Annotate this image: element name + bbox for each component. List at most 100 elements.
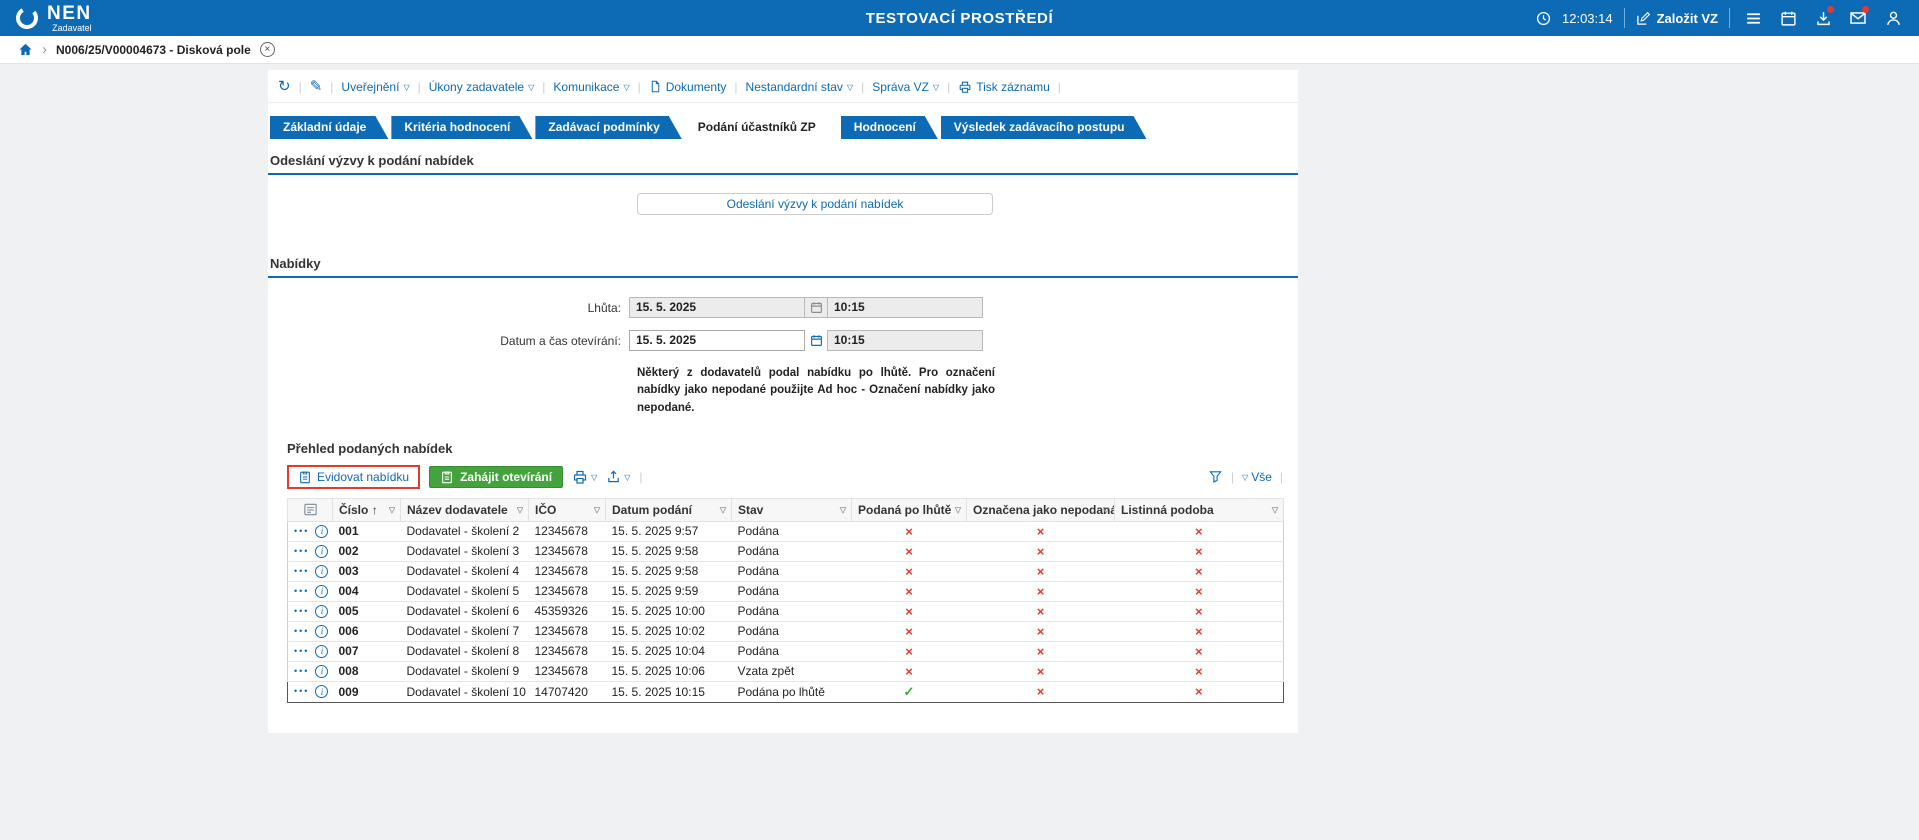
- menu-label: Uveřejnění: [341, 79, 400, 94]
- info-icon[interactable]: i: [315, 644, 329, 658]
- column-filter-icon[interactable]: ▽: [389, 505, 395, 514]
- register-bid-button[interactable]: Evidovat nabídku: [287, 464, 421, 489]
- table-row[interactable]: ••• i 007 Dodavatel - školení 8 12345678…: [287, 641, 1284, 662]
- menu-nestandardni-stav[interactable]: Nestandardní stav ▽: [746, 80, 854, 94]
- row-menu-icon[interactable]: •••: [294, 666, 309, 676]
- mark-late: ×: [905, 563, 913, 579]
- opening-date-input[interactable]: 15. 5. 2025: [629, 330, 805, 351]
- table-row[interactable]: ••• i 003 Dodavatel - školení 4 12345678…: [287, 561, 1284, 582]
- cell-submitted: 15. 5. 2025 10:00: [605, 601, 732, 622]
- table-row[interactable]: ••• i 001 Dodavatel - školení 2 12345678…: [287, 521, 1284, 542]
- info-icon[interactable]: i: [315, 544, 329, 558]
- download-icon[interactable]: [1811, 6, 1835, 30]
- calendar-icon[interactable]: [1776, 6, 1800, 30]
- info-icon[interactable]: i: [315, 685, 329, 699]
- separator: |: [542, 79, 546, 94]
- start-opening-button[interactable]: Zahájit otevírání: [429, 465, 564, 488]
- tab-zadavaci-podminky[interactable]: Zadávací podmínky: [535, 116, 681, 139]
- row-menu-icon[interactable]: •••: [294, 546, 309, 556]
- cell-submitted: 15. 5. 2025 9:58: [605, 541, 732, 562]
- notification-badge: [1862, 6, 1869, 13]
- row-menu-icon[interactable]: •••: [294, 586, 309, 596]
- table-row[interactable]: ••• i 005 Dodavatel - školení 6 45359326…: [287, 601, 1284, 622]
- clipboard-icon: [298, 470, 312, 484]
- column-header-ico[interactable]: IČO ▽: [528, 497, 606, 522]
- history-icon[interactable]: ↻: [278, 79, 291, 94]
- calendar-picker-icon: [805, 297, 827, 318]
- info-icon[interactable]: i: [315, 524, 329, 538]
- chevron-down-icon: ▽: [1242, 472, 1249, 482]
- tab-vysledek[interactable]: Výsledek zadávacího postupu: [941, 116, 1147, 139]
- menu-icon[interactable]: [1741, 6, 1765, 30]
- edit-record-icon[interactable]: ✎: [310, 79, 323, 94]
- column-header-submitted[interactable]: Datum podání ▽: [605, 497, 732, 522]
- column-header-late[interactable]: Podaná po lhůtě ▽: [851, 497, 967, 522]
- close-tab-icon[interactable]: ×: [259, 42, 275, 57]
- home-icon[interactable]: [18, 42, 33, 57]
- column-filter-icon[interactable]: ▽: [1103, 505, 1109, 514]
- row-menu-icon[interactable]: •••: [294, 566, 309, 576]
- clock-icon: [1535, 6, 1551, 30]
- row-menu-icon[interactable]: •••: [294, 646, 309, 656]
- column-header-status[interactable]: Stav ▽: [731, 497, 852, 522]
- document-icon: [649, 80, 662, 93]
- column-filter-icon[interactable]: ▽: [720, 505, 726, 514]
- nen-logo[interactable]: NEN Zadavatel: [14, 4, 92, 33]
- row-menu-icon[interactable]: •••: [294, 526, 309, 536]
- sort-asc-icon: ↑: [371, 502, 378, 517]
- table-row[interactable]: ••• i 006 Dodavatel - školení 7 12345678…: [287, 621, 1284, 642]
- menu-dokumenty[interactable]: Dokumenty: [649, 79, 727, 94]
- info-icon[interactable]: i: [315, 624, 329, 638]
- mail-icon[interactable]: [1846, 6, 1870, 30]
- row-menu-icon[interactable]: •••: [294, 606, 309, 616]
- column-header-paper[interactable]: Listinná podoba ▽: [1114, 497, 1284, 522]
- mark-not-submitted: ×: [1036, 523, 1045, 539]
- menu-uverejneni[interactable]: Uveřejnění ▽: [341, 80, 409, 94]
- filter-icon[interactable]: [1208, 469, 1223, 484]
- menu-tisk-zaznamu[interactable]: Tisk záznamu: [958, 80, 1050, 94]
- tab-zakladni-udaje[interactable]: Základní údaje: [270, 116, 388, 139]
- table-row[interactable]: ••• i 008 Dodavatel - školení 9 12345678…: [287, 661, 1284, 682]
- column-filter-icon[interactable]: ▽: [1272, 505, 1278, 514]
- export-grid-button[interactable]: ▽: [606, 469, 630, 484]
- column-settings-icon[interactable]: [287, 497, 333, 522]
- separator: |: [417, 79, 421, 94]
- row-menu-icon[interactable]: •••: [294, 626, 309, 636]
- column-header-supplier[interactable]: Název dodavatele ▽: [400, 497, 529, 522]
- tab-kriteria-hodnoceni[interactable]: Kritéria hodnocení: [391, 116, 532, 139]
- menu-label: Dokumenty: [665, 79, 727, 94]
- column-filter-icon[interactable]: ▽: [955, 505, 961, 514]
- view-all-dropdown[interactable]: ▽ Vše: [1242, 470, 1272, 484]
- mark-late: ×: [905, 623, 913, 639]
- tab-hodnoceni[interactable]: Hodnocení: [841, 116, 938, 139]
- table-row[interactable]: ••• i 002 Dodavatel - školení 3 12345678…: [287, 541, 1284, 562]
- menu-ukony-zadavatele[interactable]: Úkony zadavatele ▽: [429, 80, 535, 94]
- mark-not-submitted: ×: [1036, 623, 1045, 639]
- column-filter-icon[interactable]: ▽: [517, 505, 523, 514]
- column-header-number[interactable]: Číslo ↑ ▽: [332, 497, 401, 522]
- table-row[interactable]: ••• i 004 Dodavatel - školení 5 12345678…: [287, 581, 1284, 602]
- row-menu-icon[interactable]: •••: [294, 687, 309, 696]
- mark-paper-form: ×: [1194, 643, 1203, 659]
- info-icon[interactable]: i: [315, 564, 329, 578]
- info-icon[interactable]: i: [315, 664, 329, 678]
- print-grid-button[interactable]: ▽: [572, 469, 597, 485]
- column-filter-icon[interactable]: ▽: [840, 505, 846, 514]
- mark-paper-form: ×: [1194, 523, 1203, 539]
- mark-late: ×: [905, 523, 913, 539]
- calendar-picker-icon[interactable]: [805, 330, 827, 351]
- create-vz-button[interactable]: Založit VZ: [1636, 11, 1718, 26]
- send-invitation-button[interactable]: Odeslání výzvy k podání nabídek: [637, 193, 993, 215]
- cell-status: Podána: [731, 541, 852, 562]
- opening-row: Datum a čas otevírání: 15. 5. 2025 10:15: [268, 330, 1298, 351]
- tab-podani-ucastniku-zp[interactable]: Podání účastníků ZP: [685, 116, 838, 139]
- menu-sprava-vz[interactable]: Správa VZ ▽: [872, 80, 939, 94]
- menu-komunikace[interactable]: Komunikace ▽: [553, 80, 629, 94]
- column-header-marked[interactable]: Označena jako nepodaná ▽: [966, 497, 1115, 522]
- table-row[interactable]: ••• i 009 Dodavatel - školení 10 1470742…: [287, 680, 1284, 703]
- user-icon[interactable]: [1881, 6, 1905, 30]
- info-icon[interactable]: i: [315, 604, 329, 618]
- breadcrumb-item[interactable]: N006/25/V00004673 - Disková pole: [56, 43, 251, 57]
- info-icon[interactable]: i: [315, 584, 329, 598]
- column-filter-icon[interactable]: ▽: [594, 505, 600, 514]
